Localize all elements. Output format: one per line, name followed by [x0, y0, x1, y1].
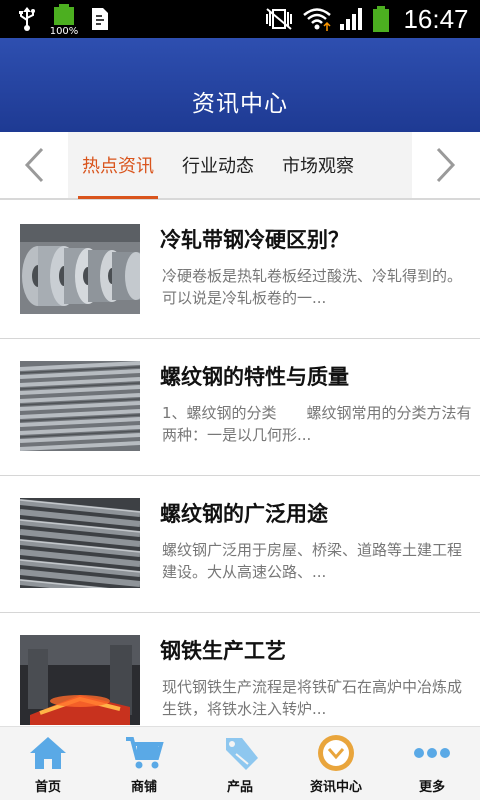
tab-hot-news[interactable]: 热点资讯: [78, 132, 158, 199]
steel-coils-photo: [20, 224, 140, 314]
nav-label: 更多: [418, 780, 445, 795]
battery-percent: 100%: [50, 26, 78, 35]
signal-icon: [338, 0, 366, 38]
news-title: 冷轧带钢冷硬区别？: [160, 228, 349, 252]
chevron-left-icon: [24, 147, 44, 183]
steel-mill-photo: [20, 635, 140, 725]
tab-strip: 热点资讯 行业动态 市场观察: [68, 132, 412, 199]
sale-tag-icon: [220, 733, 260, 773]
battery-full-icon: 100%: [50, 0, 78, 38]
news-title: 螺纹钢的广泛用途: [160, 502, 328, 526]
news-summary: 1、螺纹钢的分类 螺纹钢常用的分类方法有两种：一是以几何形...: [162, 404, 472, 444]
nav-label: 首页: [34, 780, 61, 795]
news-title: 钢铁生产工艺: [160, 639, 286, 663]
more-dots-icon: [412, 733, 452, 773]
tab-industry-news[interactable]: 行业动态: [178, 132, 258, 198]
news-item[interactable]: 冷轧带钢冷硬区别？ 冷硬卷板是热轧卷板经过酸洗、冷轧得到的。可以说是冷轧板卷的一…: [0, 202, 480, 339]
news-summary: 冷硬卷板是热轧卷板经过酸洗、冷轧得到的。可以说是冷轧板卷的一...: [162, 267, 463, 307]
nav-label: 商铺: [130, 780, 157, 795]
news-list: 冷轧带钢冷硬区别？ 冷硬卷板是热轧卷板经过酸洗、冷轧得到的。可以说是冷轧板卷的一…: [0, 202, 480, 726]
nav-more[interactable]: 更多: [384, 727, 480, 800]
nav-shops[interactable]: 商铺: [96, 727, 192, 800]
nav-home[interactable]: 首页: [0, 727, 96, 800]
battery-icon: [370, 0, 392, 38]
wifi-icon: [300, 0, 334, 38]
news-item[interactable]: 钢铁生产工艺 现代钢铁生产流程是将铁矿石在高炉中冶炼成生铁，将铁水注入转炉...: [0, 613, 480, 726]
bottom-navigation: 首页 商铺 产品 资讯中心 更多: [0, 726, 480, 800]
nav-products[interactable]: 产品: [192, 727, 288, 800]
app-header: 资讯中心: [0, 38, 480, 132]
nav-news-center[interactable]: 资讯中心: [288, 727, 384, 800]
vibrate-mute-icon: [262, 0, 296, 38]
news-summary: 现代钢铁生产流程是将铁矿石在高炉中冶炼成生铁，将铁水注入转炉...: [162, 678, 463, 718]
document-icon: [88, 0, 112, 38]
tab-market-watch[interactable]: 市场观察: [278, 132, 358, 198]
news-item[interactable]: 螺纹钢的广泛用途 螺纹钢广泛用于房屋、桥梁、道路等土建工程建设。大从高速公路、.…: [0, 476, 480, 613]
category-tabs: 热点资讯 行业动态 市场观察: [0, 132, 480, 200]
usb-icon: [14, 0, 40, 38]
tab-scroll-right-button[interactable]: [412, 132, 480, 198]
home-icon: [28, 733, 68, 773]
chevron-right-icon: [436, 147, 456, 183]
nav-label: 资讯中心: [309, 780, 362, 795]
tab-scroll-left-button[interactable]: [0, 132, 68, 198]
page-title: 资讯中心: [192, 91, 288, 117]
news-badge-icon: [316, 733, 356, 773]
news-item[interactable]: 螺纹钢的特性与质量 1、螺纹钢的分类 螺纹钢常用的分类方法有两种：一是以几何形.…: [0, 339, 480, 476]
cart-icon: [124, 733, 164, 773]
rebar-closeup-photo: [20, 498, 140, 588]
nav-label: 产品: [226, 780, 253, 795]
clock-time: 16:47: [403, 3, 469, 34]
status-bar: 100% 16:47: [0, 0, 480, 38]
news-summary: 螺纹钢广泛用于房屋、桥梁、道路等土建工程建设。大从高速公路、...: [162, 541, 463, 581]
rebar-bundle-photo: [20, 361, 140, 451]
news-title: 螺纹钢的特性与质量: [160, 365, 349, 389]
